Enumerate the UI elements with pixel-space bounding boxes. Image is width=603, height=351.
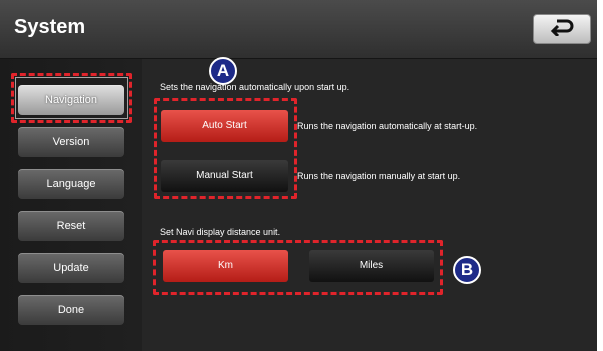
back-arrow-icon (549, 18, 575, 41)
callout-a-badge: A (209, 57, 237, 85)
distance-prompt: Set Navi display distance unit. (160, 227, 281, 237)
system-settings-screen: System Navigation Version Language Reset… (0, 0, 603, 351)
callout-b-badge: B (453, 256, 481, 284)
auto-start-description: Runs the navigation automatically at sta… (297, 121, 478, 131)
right-border (597, 0, 603, 351)
sidebar-item-update[interactable]: Update (18, 253, 124, 283)
sidebar-item-version[interactable]: Version (18, 127, 124, 157)
back-button[interactable] (533, 14, 591, 44)
sidebar-item-reset[interactable]: Reset (18, 211, 124, 241)
autostart-prompt: Sets the navigation automatically upon s… (160, 82, 350, 92)
autostart-highlight-frame (154, 98, 297, 199)
sidebar-item-language[interactable]: Language (18, 169, 124, 199)
distance-highlight-frame (153, 240, 443, 295)
manual-start-description: Runs the navigation manually at start up… (297, 171, 461, 181)
sidebar-item-done[interactable]: Done (18, 295, 124, 325)
page-title: System (14, 16, 86, 38)
header-bar: System (0, 0, 603, 59)
navigation-highlight-frame (11, 73, 132, 123)
